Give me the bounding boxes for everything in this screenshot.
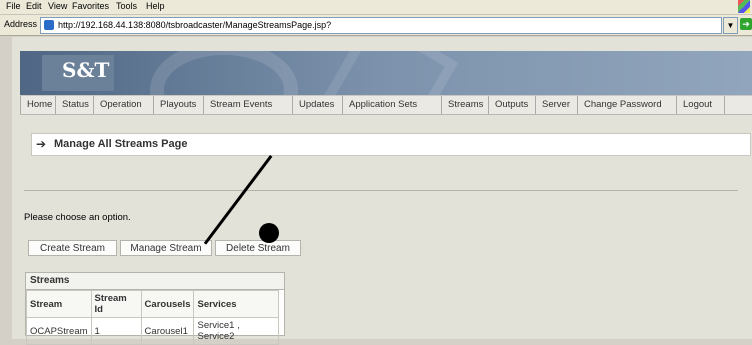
header-banner: S&T [20,51,752,95]
banner-decoration [321,51,459,95]
nav-stream-events[interactable]: Stream Events [204,96,293,114]
streams-table-title: Streams [30,275,70,286]
cell-services: Service1 , Service2 [193,317,280,345]
go-arrow-icon[interactable]: ➔ [740,18,752,30]
nav-logout[interactable]: Logout [677,96,725,114]
address-label: Address [4,19,38,29]
menu-file[interactable]: File [6,1,21,11]
banner-decoration [150,51,298,95]
page-title-bar: ➔ Manage All Streams Page [31,133,751,156]
logo: S&T [42,55,114,91]
arrow-right-icon: ➔ [36,137,47,151]
nav-operation[interactable]: Operation [94,96,154,114]
manage-stream-button[interactable]: Manage Stream [120,240,212,256]
streams-table-header: Streams [26,273,284,290]
column-header-stream-id: Stream Id [90,290,142,318]
address-url[interactable]: http://192.168.44.138:8080/tsbroadcaster… [58,20,331,30]
annotation-pointer-dot [259,223,279,243]
menu-edit[interactable]: Edit [26,1,42,11]
windows-logo-icon [738,0,750,13]
choose-option-text: Please choose an option. [24,212,131,223]
address-dropdown-icon[interactable]: ▼ [723,17,738,34]
nav-server[interactable]: Server [536,96,578,114]
streams-table: Streams Stream Stream Id Carousels Servi… [25,272,285,345]
cell-stream[interactable]: OCAPStream [26,317,92,345]
nav-status[interactable]: Status [56,96,94,114]
nav-updates[interactable]: Updates [293,96,343,114]
browser-menubar: File Edit View Favorites Tools Help [0,0,752,15]
address-bar: Address http://192.168.44.138:8080/tsbro… [0,15,752,36]
column-header-stream: Stream [26,290,92,318]
nav-outputs[interactable]: Outputs [489,96,536,114]
cell-stream-id: 1 [90,317,142,345]
page-icon [44,20,54,30]
menu-view[interactable]: View [48,1,67,11]
divider [24,190,738,191]
menu-tools[interactable]: Tools [116,1,137,11]
delete-stream-button[interactable]: Delete Stream [215,240,301,256]
column-header-carousels: Carousels [140,290,195,318]
table-row: OCAPStream 1 Carousel1 Service1 , Servic… [26,317,280,345]
menu-favorites[interactable]: Favorites [72,1,109,11]
column-header-services: Services [193,290,280,318]
logo-text: S&T [62,58,110,82]
table-header-row: Stream Stream Id Carousels Services [26,290,280,318]
nav-change-password[interactable]: Change Password [578,96,677,114]
cell-carousels: Carousel1 [140,317,195,345]
menu-help[interactable]: Help [146,1,165,11]
nav-bar: Home Status Operation Playouts Stream Ev… [20,95,752,115]
streams-grid: Stream Stream Id Carousels Services OCAP… [26,290,280,345]
create-stream-button[interactable]: Create Stream [28,240,117,256]
nav-streams[interactable]: Streams [442,96,489,114]
address-input[interactable]: http://192.168.44.138:8080/tsbroadcaster… [40,17,722,34]
page-title: Manage All Streams Page [54,138,188,150]
nav-home[interactable]: Home [20,96,56,114]
nav-application-sets[interactable]: Application Sets [343,96,442,114]
nav-playouts[interactable]: Playouts [154,96,204,114]
